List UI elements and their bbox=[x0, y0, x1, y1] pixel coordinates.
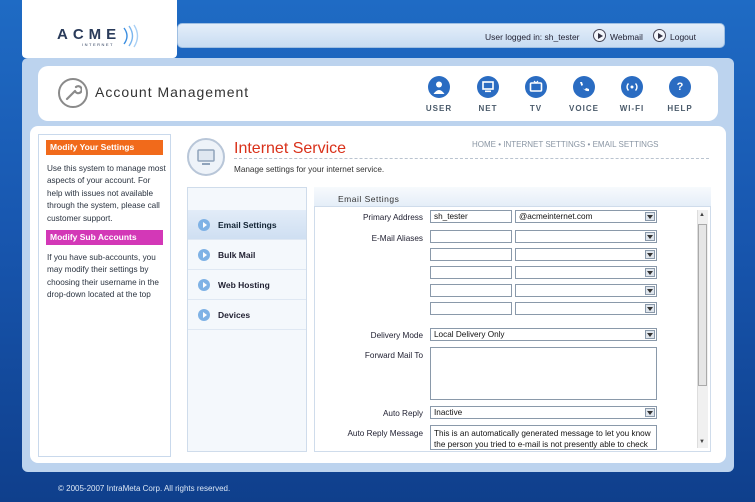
nav-net[interactable]: NET bbox=[465, 76, 511, 113]
nav-user[interactable]: USER bbox=[416, 76, 462, 113]
nav-tv-label: TV bbox=[529, 104, 543, 113]
auto-reply-message-label: Auto Reply Message bbox=[347, 429, 423, 438]
nav-tv[interactable]: TV bbox=[513, 76, 559, 113]
sidebar-text-settings: Use this system to manage most aspects o… bbox=[47, 164, 166, 223]
scroll-down-icon[interactable]: ▼ bbox=[699, 439, 705, 445]
voice-icon bbox=[573, 76, 595, 98]
alias-input-3[interactable] bbox=[430, 266, 512, 279]
subnav-devices[interactable]: Devices bbox=[188, 300, 306, 330]
monitor-icon bbox=[187, 138, 225, 176]
alias-input-4[interactable] bbox=[430, 284, 512, 297]
subnav-web-hosting[interactable]: Web Hosting bbox=[188, 270, 306, 300]
dropdown-arrow-icon bbox=[645, 250, 655, 259]
net-icon bbox=[477, 76, 499, 98]
nav-wifi[interactable]: WI-FI bbox=[609, 76, 655, 113]
footer-copyright: © 2005-2007 IntraMeta Corp. All rights r… bbox=[58, 484, 231, 493]
delivery-mode-label: Delivery Mode bbox=[370, 331, 423, 340]
sidebar-heading-subaccounts: Modify Sub Accounts bbox=[46, 230, 163, 245]
dropdown-arrow-icon bbox=[645, 330, 655, 339]
sidebar-text-subaccounts: If you have sub-accounts, you may modify… bbox=[47, 253, 159, 300]
bullet-icon bbox=[198, 219, 210, 231]
webmail-link[interactable]: Webmail bbox=[610, 32, 643, 42]
forward-mail-textarea[interactable] bbox=[430, 347, 657, 400]
dropdown-arrow-icon bbox=[645, 268, 655, 277]
sidebar: Modify Your Settings Use this system to … bbox=[38, 134, 171, 457]
nav-voice[interactable]: VOICE bbox=[561, 76, 607, 113]
page-title: Account Management bbox=[95, 84, 250, 100]
logo-subtitle: INTERNET bbox=[82, 42, 114, 47]
alias-domain-select-3[interactable] bbox=[515, 266, 657, 279]
scrollbar-thumb[interactable] bbox=[698, 224, 707, 386]
forward-mail-label: Forward Mail To bbox=[364, 351, 423, 360]
nav-wifi-label: WI-FI bbox=[619, 104, 645, 113]
dropdown-arrow-icon bbox=[645, 408, 655, 417]
service-subtitle: Manage settings for your internet servic… bbox=[234, 165, 385, 174]
subnav-email-settings[interactable]: Email Settings bbox=[188, 210, 306, 240]
auto-reply-label: Auto Reply bbox=[382, 409, 423, 418]
form-title: Email Settings bbox=[338, 194, 400, 204]
logo-waves-icon bbox=[123, 24, 139, 48]
bullet-icon bbox=[198, 279, 210, 291]
auto-reply-message-textarea[interactable]: This is an automatically generated messa… bbox=[430, 425, 657, 450]
user-icon bbox=[428, 76, 450, 98]
title-divider bbox=[234, 158, 709, 159]
webmail-play-icon[interactable] bbox=[593, 29, 606, 42]
alias-input-5[interactable] bbox=[430, 302, 512, 315]
alias-domain-select-5[interactable] bbox=[515, 302, 657, 315]
breadcrumb[interactable]: HOME • INTERNET SETTINGS • EMAIL SETTING… bbox=[472, 140, 659, 149]
help-icon: ? bbox=[669, 76, 691, 98]
alias-domain-select-2[interactable] bbox=[515, 248, 657, 261]
nav-user-label: USER bbox=[425, 104, 453, 113]
domain-select[interactable]: @acmeinternet.com bbox=[515, 210, 657, 223]
delivery-mode-select[interactable]: Local Delivery Only bbox=[430, 328, 657, 341]
wifi-icon bbox=[621, 76, 643, 98]
nav-help[interactable]: ? HELP bbox=[657, 76, 703, 113]
logged-in-text: User logged in: sh_tester bbox=[485, 32, 580, 42]
nav-help-label: HELP bbox=[667, 104, 693, 113]
dropdown-arrow-icon bbox=[645, 304, 655, 313]
sub-nav: Email Settings Bulk Mail Web Hosting Dev… bbox=[187, 187, 307, 452]
dropdown-arrow-icon bbox=[645, 286, 655, 295]
alias-input-2[interactable] bbox=[430, 248, 512, 261]
wrench-icon bbox=[58, 78, 88, 108]
bullet-icon bbox=[198, 309, 210, 321]
auto-reply-select[interactable]: Inactive bbox=[430, 406, 657, 419]
logout-play-icon[interactable] bbox=[653, 29, 666, 42]
tv-icon bbox=[525, 76, 547, 98]
sidebar-heading-settings: Modify Your Settings bbox=[46, 140, 163, 155]
primary-address-input[interactable]: sh_tester bbox=[430, 210, 512, 223]
dropdown-arrow-icon bbox=[645, 212, 655, 221]
logo-wordmark: ACME bbox=[57, 26, 122, 43]
bullet-icon bbox=[198, 249, 210, 261]
aliases-label: E-Mail Aliases bbox=[371, 234, 423, 243]
nav-net-label: NET bbox=[478, 104, 498, 113]
scroll-up-icon[interactable]: ▲ bbox=[699, 212, 705, 218]
dropdown-arrow-icon bbox=[645, 232, 655, 241]
logout-link[interactable]: Logout bbox=[670, 32, 696, 42]
primary-address-label: Primary Address bbox=[362, 213, 423, 222]
alias-input-1[interactable] bbox=[430, 230, 512, 243]
subnav-bulk-mail[interactable]: Bulk Mail bbox=[188, 240, 306, 270]
alias-domain-select-4[interactable] bbox=[515, 284, 657, 297]
alias-domain-select-1[interactable] bbox=[515, 230, 657, 243]
nav-voice-label: VOICE bbox=[569, 104, 599, 113]
service-title: Internet Service bbox=[234, 140, 347, 157]
